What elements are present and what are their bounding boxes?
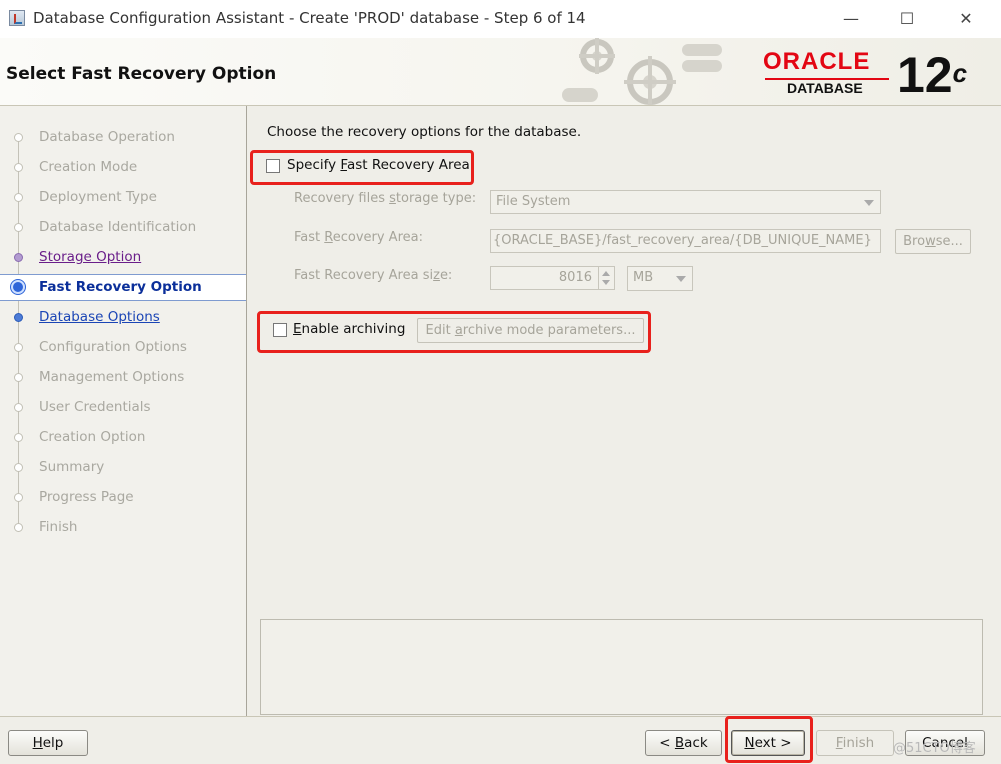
nav-step-label: Progress Page (39, 489, 134, 505)
message-area (260, 619, 983, 715)
nav-step-label: Configuration Options (39, 339, 187, 355)
storage-type-label: Recovery files storage type: (294, 191, 477, 206)
wizard-footer: Help < Back Next > Finish Cancel @51CTO博… (0, 716, 1001, 764)
step-dot-icon (14, 433, 23, 442)
nav-step-user-credentials: User Credentials (0, 396, 246, 420)
step-dot-icon (14, 223, 23, 232)
step-dot-icon (14, 343, 23, 352)
nav-step-configuration-options: Configuration Options (0, 336, 246, 360)
nav-step-management-options: Management Options (0, 366, 246, 390)
edit-archive-params-button[interactable]: Edit archive mode parameters... (417, 318, 644, 343)
step-dot-icon (14, 493, 23, 502)
fra-location-input[interactable]: {ORACLE_BASE}/fast_recovery_area/{DB_UNI… (490, 229, 881, 253)
help-button[interactable]: Help (8, 730, 88, 756)
storage-type-dropdown[interactable]: File System (490, 190, 881, 214)
enable-archiving-checkbox[interactable] (273, 323, 287, 337)
watermark-text: @51CTO博客 (893, 741, 976, 756)
step-dot-icon (14, 523, 23, 532)
step-dot-icon (14, 163, 23, 172)
spinner-arrows-icon[interactable] (598, 267, 614, 289)
oracle-database-text: DATABASE (787, 80, 863, 96)
finish-button[interactable]: Finish (816, 730, 894, 756)
minimize-button[interactable]: — (828, 5, 874, 33)
nav-step-storage-option[interactable]: Storage Option (0, 246, 246, 270)
main-content: Choose the recovery options for the data… (247, 106, 1001, 716)
step-dot-icon (14, 463, 23, 472)
nav-step-label: Creation Mode (39, 159, 138, 175)
specify-fra-checkbox[interactable] (266, 159, 280, 173)
page-title: Select Fast Recovery Option (6, 64, 277, 84)
nav-step-creation-mode: Creation Mode (0, 156, 246, 180)
nav-step-label: Management Options (39, 369, 185, 385)
nav-step-database-options[interactable]: Database Options (0, 306, 246, 330)
nav-step-label: Summary (39, 459, 105, 475)
nav-step-summary: Summary (0, 456, 246, 480)
enable-archiving-label[interactable]: Enable archiving (293, 321, 405, 337)
steps-navigation: Database Operation Creation Mode Deploym… (0, 106, 247, 716)
nav-step-label: Deployment Type (39, 189, 157, 205)
maximize-button[interactable]: ☐ (884, 5, 930, 33)
oracle-logo: ORACLE DATABASE (763, 48, 893, 98)
current-step-dot-icon (11, 280, 25, 294)
step-dot-icon (14, 313, 23, 322)
specify-fra-label[interactable]: Specify Fast Recovery Area (287, 157, 470, 173)
next-button[interactable]: Next > (731, 730, 805, 756)
step-dot-icon (14, 373, 23, 382)
back-button[interactable]: < Back (645, 730, 722, 756)
java-app-icon (9, 10, 25, 26)
fra-size-label: Fast Recovery Area size: (294, 268, 453, 283)
nav-step-label: Fast Recovery Option (39, 279, 202, 295)
storage-type-value: File System (496, 194, 571, 209)
fra-size-unit-value: MB (633, 270, 654, 285)
dropdown-arrow-icon (864, 200, 874, 206)
fra-size-value: 8016 (558, 270, 592, 285)
fra-size-spinner[interactable]: 8016 (490, 266, 615, 290)
dropdown-arrow-icon (676, 276, 686, 282)
fra-location-label: Fast Recovery Area: (294, 230, 423, 245)
instructions-text: Choose the recovery options for the data… (267, 124, 582, 140)
nav-step-database-identification: Database Identification (0, 216, 246, 240)
window-titlebar: Database Configuration Assistant - Creat… (0, 0, 1001, 38)
nav-step-creation-option: Creation Option (0, 426, 246, 450)
nav-step-progress-page: Progress Page (0, 486, 246, 510)
version-suffix: c (952, 58, 968, 88)
close-button[interactable]: ✕ (943, 5, 989, 33)
nav-step-label: Creation Option (39, 429, 146, 445)
nav-step-label: Finish (39, 519, 78, 535)
gears-decoration-icon (562, 38, 722, 105)
nav-step-fast-recovery-option: Fast Recovery Option (0, 274, 246, 301)
step-dot-icon (14, 193, 23, 202)
nav-step-label: User Credentials (39, 399, 151, 415)
browse-button[interactable]: Browse... (895, 229, 971, 254)
nav-step-label[interactable]: Database Options (39, 309, 160, 325)
nav-step-label: Database Identification (39, 219, 197, 235)
nav-step-deployment-type: Deployment Type (0, 186, 246, 210)
window-title: Database Configuration Assistant - Creat… (33, 9, 586, 27)
oracle-brand-text: ORACLE (763, 48, 871, 75)
nav-step-finish: Finish (0, 516, 246, 540)
step-dot-icon (14, 253, 23, 262)
step-dot-icon (14, 133, 23, 142)
step-header: Select Fast Recovery Option ORACLE DATAB… (0, 38, 1001, 106)
nav-step-label[interactable]: Storage Option (39, 249, 141, 265)
version-number: 12 (897, 47, 953, 103)
step-dot-icon (14, 403, 23, 412)
fra-size-unit-dropdown[interactable]: MB (627, 266, 693, 291)
version-logo: 12c (897, 46, 967, 104)
nav-step-database-operation: Database Operation (0, 126, 246, 150)
nav-step-label: Database Operation (39, 129, 175, 145)
